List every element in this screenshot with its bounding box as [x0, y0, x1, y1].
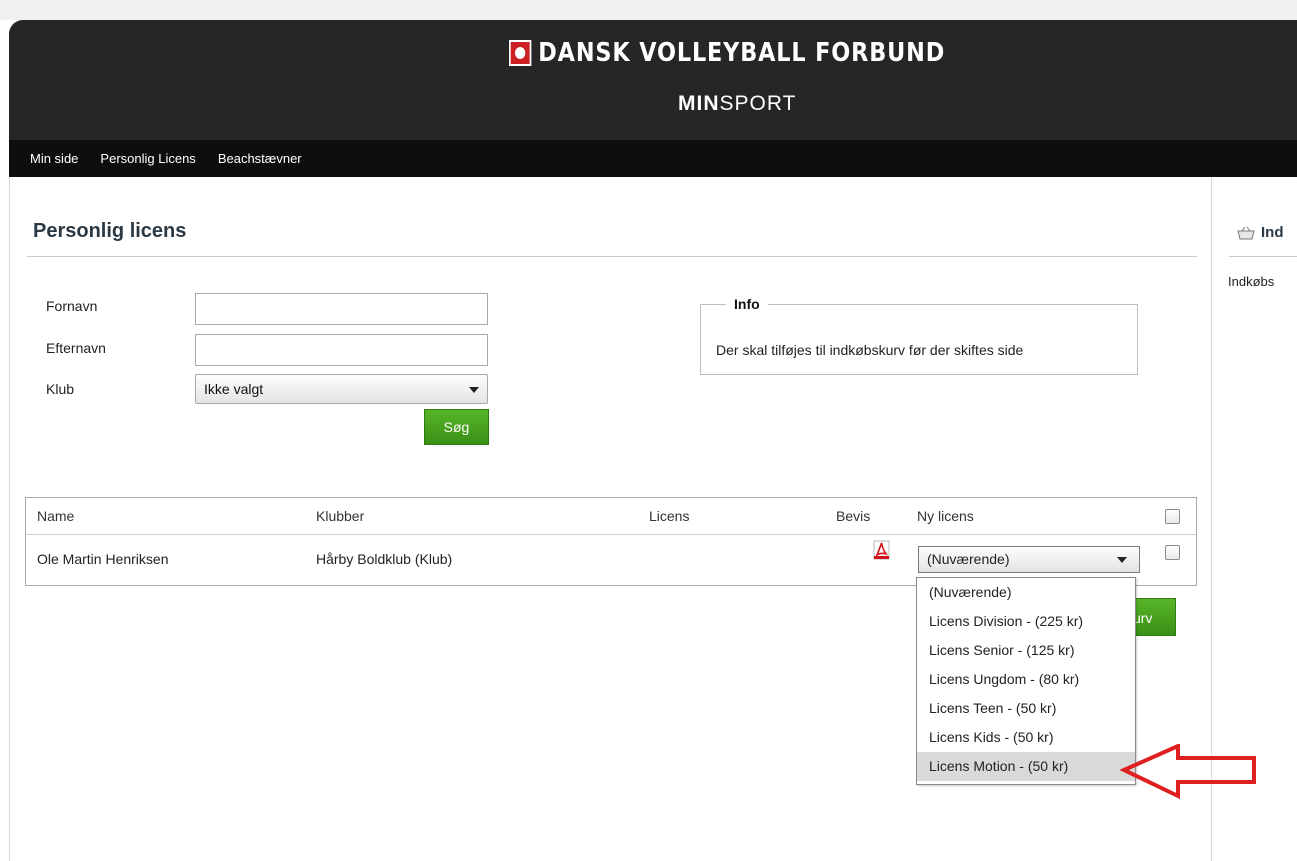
nav-personlig-licens[interactable]: Personlig Licens: [100, 151, 195, 166]
minsport-light: SPORT: [719, 92, 797, 115]
brand-logo[interactable]: DANSK VOLLEYBALL FORBUND: [509, 38, 945, 68]
license-dropdown-list: (Nuværende) Licens Division - (225 kr) L…: [916, 577, 1136, 785]
dropdown-option[interactable]: Licens Ungdom - (80 kr): [917, 665, 1135, 694]
dropdown-option[interactable]: Licens Teen - (50 kr): [917, 694, 1135, 723]
cart-panel-text: Indkøbs: [1228, 274, 1275, 289]
cart-panel-title: Ind: [1261, 224, 1284, 241]
column-header-name[interactable]: Name: [37, 508, 74, 524]
new-license-select[interactable]: (Nuværende): [918, 546, 1140, 573]
info-panel: [700, 304, 1138, 375]
cell-name: Ole Martin Henriksen: [37, 551, 169, 567]
pdf-icon[interactable]: [873, 540, 890, 560]
firstname-input[interactable]: [195, 293, 488, 325]
firstname-label: Fornavn: [46, 298, 98, 314]
select-all-checkbox[interactable]: [1165, 509, 1180, 524]
content-left-border: [9, 177, 10, 861]
info-text: Der skal tilføjes til indkøbskurv før de…: [716, 342, 1024, 358]
dropdown-option[interactable]: Licens Senior - (125 kr): [917, 636, 1135, 665]
nav-min-side[interactable]: Min side: [30, 151, 78, 166]
page-title: Personlig licens: [33, 220, 187, 242]
lastname-input[interactable]: [195, 334, 488, 366]
search-button[interactable]: Søg: [424, 409, 489, 445]
club-select[interactable]: Ikke valgt: [195, 374, 488, 404]
main-navigation: Min side Personlig Licens Beachstævner: [9, 140, 1297, 177]
cell-club: Hårby Boldklub (Klub): [316, 551, 453, 567]
red-arrow-annotation-icon: [1120, 744, 1256, 800]
federation-logo-icon: [509, 40, 532, 66]
club-select-value: Ikke valgt: [204, 381, 264, 397]
table-header-row: Name Klubber Licens Bevis Ny licens: [26, 498, 1196, 535]
site-header: DANSK VOLLEYBALL FORBUND MINSPORT: [9, 20, 1297, 140]
lastname-label: Efternavn: [46, 340, 106, 356]
column-header-licens[interactable]: Licens: [649, 508, 689, 524]
info-legend: Info: [726, 296, 768, 312]
license-table: Name Klubber Licens Bevis Ny licens Ole …: [25, 497, 1197, 586]
column-header-klubber[interactable]: Klubber: [316, 508, 364, 524]
column-header-bevis[interactable]: Bevis: [836, 508, 870, 524]
dropdown-option[interactable]: (Nuværende): [917, 578, 1135, 607]
title-divider: [27, 256, 1197, 257]
sidebar-title-divider: [1229, 256, 1297, 257]
new-license-select-value: (Nuværende): [927, 551, 1010, 567]
row-checkbox[interactable]: [1165, 545, 1180, 560]
minsport-logo: MINSPORT: [678, 92, 796, 116]
club-label: Klub: [46, 381, 75, 397]
minsport-bold: MIN: [678, 92, 720, 115]
dropdown-option-highlighted[interactable]: Licens Motion - (50 kr): [917, 752, 1135, 781]
brand-name: DANSK VOLLEYBALL FORBUND: [538, 38, 946, 68]
basket-icon: [1237, 226, 1255, 239]
nav-beachstaevner[interactable]: Beachstævner: [218, 151, 302, 166]
chevron-down-icon: [469, 387, 479, 393]
dropdown-option[interactable]: Licens Kids - (50 kr): [917, 723, 1135, 752]
chevron-down-icon: [1117, 557, 1127, 563]
dropdown-option[interactable]: Licens Division - (225 kr): [917, 607, 1135, 636]
page-top-gap: [0, 0, 1297, 20]
column-header-ny-licens[interactable]: Ny licens: [917, 508, 974, 524]
cart-panel-header: Ind: [1237, 224, 1284, 241]
